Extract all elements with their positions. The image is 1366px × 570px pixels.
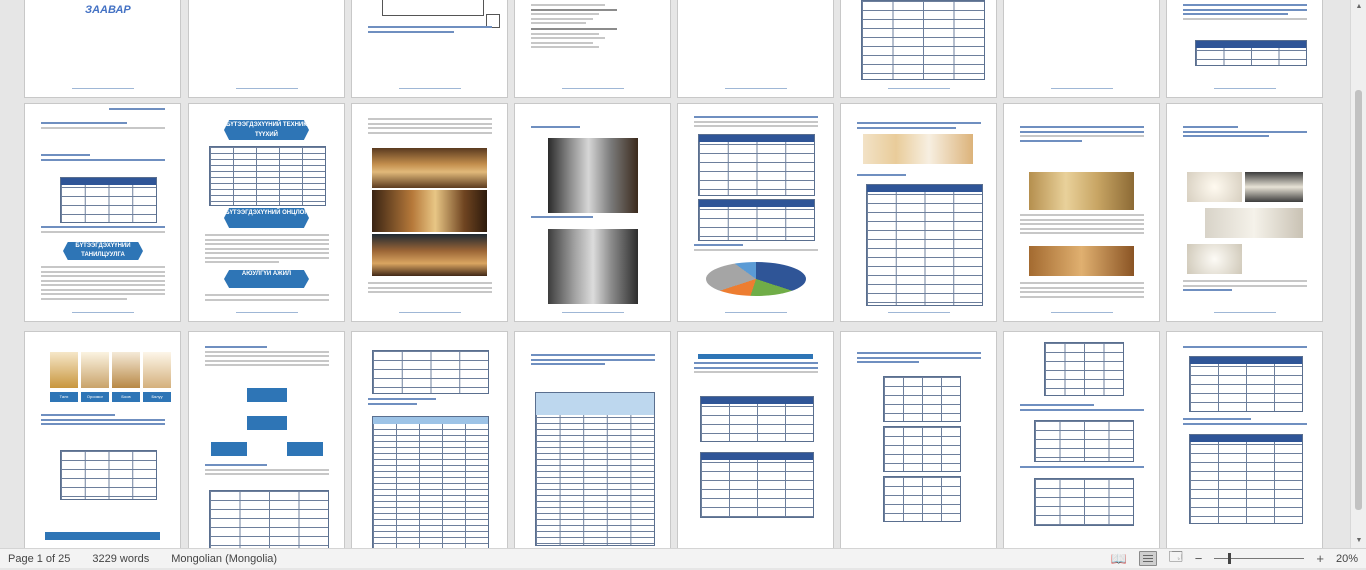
- page-thumbnail[interactable]: [841, 104, 996, 321]
- data-table: [883, 376, 961, 422]
- section-banner: БҮТЭЭГДЭХҮҮНИЙ ТЕХНИК ТҮҮХИЙ: [224, 120, 309, 140]
- data-table: [535, 392, 655, 546]
- page-indicator[interactable]: Page 1 of 25: [8, 553, 70, 565]
- dough-photo: [1205, 208, 1303, 238]
- product-tile: Талх: [50, 392, 78, 402]
- scrollbar-thumb[interactable]: [1355, 90, 1362, 510]
- section-banner: БҮТЭЭГДЭХҮҮНИЙ ОНЦЛОГ: [224, 208, 309, 228]
- data-table: [1189, 434, 1303, 524]
- zoom-slider-thumb[interactable]: [1228, 553, 1232, 564]
- dough-photo: [1245, 172, 1303, 202]
- product-tile: Боов: [112, 392, 140, 402]
- page-thumbnail[interactable]: [1004, 104, 1159, 321]
- data-table: [1034, 478, 1134, 526]
- zoom-out-button[interactable]: −: [1195, 551, 1203, 566]
- product-tile: Ороомог: [81, 392, 109, 402]
- data-table: [209, 490, 329, 548]
- data-table: [372, 350, 489, 394]
- data-table: [60, 450, 157, 500]
- zoom-level[interactable]: 20%: [1336, 553, 1358, 565]
- product-photo: [50, 352, 78, 388]
- page-thumbnail[interactable]: Талх Ороомог Боов Бялуу: [25, 332, 180, 548]
- data-table: [1189, 356, 1303, 412]
- data-table: [883, 476, 961, 522]
- page-thumbnail[interactable]: [515, 104, 670, 321]
- page-thumbnail[interactable]: БҮТЭЭГДЭХҮҮНИЙ ТЕХНИК ТҮҮХИЙ БҮТЭЭГДЭХҮҮ…: [189, 104, 344, 321]
- org-chart-box: [211, 442, 247, 456]
- form-frame: [382, 0, 484, 16]
- data-table: [866, 184, 983, 306]
- page-thumbnail[interactable]: [352, 332, 507, 548]
- page-thumbnail[interactable]: [515, 332, 670, 548]
- status-bar: Page 1 of 25 3229 words Mongolian (Mongo…: [0, 548, 1366, 568]
- data-table: [209, 146, 326, 206]
- dough-photo: [1187, 244, 1242, 274]
- page-thumbnail[interactable]: [841, 0, 996, 97]
- data-table: [698, 199, 815, 241]
- scroll-down-arrow-icon[interactable]: ▼: [1351, 534, 1366, 548]
- word-count[interactable]: 3229 words: [92, 553, 149, 565]
- oven-photo: [548, 138, 638, 213]
- bread-photo: [372, 148, 487, 188]
- data-table: [1034, 420, 1134, 462]
- scroll-up-arrow-icon[interactable]: ▲: [1351, 0, 1366, 14]
- section-banner: БҮТЭЭГДЭХҮҮНИЙ ТАНИЛЦУУЛГА: [63, 242, 143, 260]
- data-table: [698, 134, 815, 196]
- product-photo: [143, 352, 171, 388]
- cover-title: ЗААВАР: [85, 4, 131, 16]
- bread-photo: [372, 190, 487, 232]
- page-thumbnail[interactable]: [189, 0, 344, 97]
- page-thumbnail[interactable]: БҮТЭЭГДЭХҮҮНИЙ ТАНИЛЦУУЛГА: [25, 104, 180, 321]
- data-table: [1195, 40, 1307, 66]
- web-layout-icon[interactable]: 🗔: [1169, 548, 1183, 570]
- org-chart-box: [247, 416, 287, 430]
- data-table: [60, 177, 157, 223]
- page-thumbnail[interactable]: [352, 0, 507, 97]
- org-chart-box: [287, 442, 323, 456]
- page-thumbnail[interactable]: [1004, 332, 1159, 548]
- data-table: [861, 0, 985, 80]
- product-photo: [81, 352, 109, 388]
- page-thumbnail[interactable]: [189, 332, 344, 548]
- page-thumbnail[interactable]: [841, 332, 996, 548]
- language-indicator[interactable]: Mongolian (Mongolia): [171, 553, 277, 565]
- page-thumbnail[interactable]: ЗААВАР: [25, 0, 180, 97]
- page-thumbnail[interactable]: [678, 104, 833, 321]
- page-thumbnail[interactable]: [515, 0, 670, 97]
- page-thumbnail[interactable]: [1004, 0, 1159, 97]
- page-thumbnail[interactable]: [1167, 104, 1322, 321]
- zoom-in-button[interactable]: +: [1316, 551, 1324, 566]
- dough-photo: [1187, 172, 1242, 202]
- data-table: [883, 426, 961, 472]
- data-table: [700, 396, 814, 442]
- data-table: [372, 416, 489, 548]
- read-mode-icon[interactable]: 📖: [1111, 551, 1127, 567]
- page-thumbnail[interactable]: [352, 104, 507, 321]
- print-layout-view-button[interactable]: [1138, 551, 1157, 566]
- document-canvas[interactable]: ЗААВАР БҮТЭЭГДЭХҮҮНИЙ ТАНИЛЦУУЛГА БҮТЭЭГ…: [0, 0, 1350, 548]
- page-thumbnail[interactable]: [1167, 0, 1322, 97]
- oven-photo: [548, 229, 638, 304]
- pie-chart: [706, 262, 806, 296]
- product-photo: [112, 352, 140, 388]
- zoom-slider[interactable]: [1214, 553, 1305, 564]
- org-chart-box: [247, 388, 287, 402]
- process-diagram: [863, 134, 973, 164]
- vertical-scrollbar[interactable]: ▲ ▼: [1350, 0, 1366, 548]
- page-thumbnail[interactable]: [1167, 332, 1322, 548]
- bread-photo: [1029, 246, 1134, 276]
- product-tile: Бялуу: [143, 392, 171, 402]
- data-table: [1044, 342, 1124, 396]
- page-thumbnail[interactable]: [678, 332, 833, 548]
- wheat-photo: [1029, 172, 1134, 210]
- page-thumbnail[interactable]: [678, 0, 833, 97]
- section-banner: АЮУЛГҮЙ АЖИЛ: [224, 270, 309, 288]
- bread-photo: [372, 234, 487, 276]
- data-table: [700, 452, 814, 518]
